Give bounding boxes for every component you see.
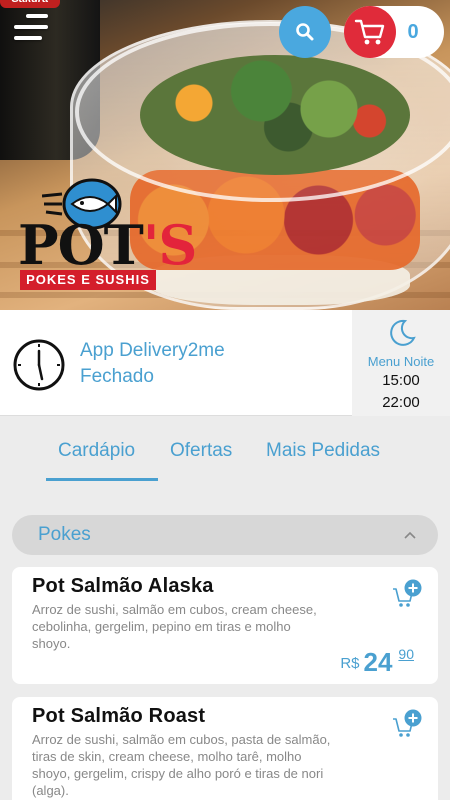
cart-icon xyxy=(354,19,385,45)
cart-button[interactable] xyxy=(344,6,396,58)
tab-ofertas[interactable]: Ofertas xyxy=(170,440,232,462)
item-price: R$ 24 90 xyxy=(340,646,414,677)
menu-tabs: Cardápio Ofertas Mais Pedidas xyxy=(0,430,450,485)
open-time: 15:00 xyxy=(382,372,420,389)
menu-schedule-label: Menu Noite xyxy=(367,354,435,369)
tab-cardapio[interactable]: Cardápio xyxy=(58,440,135,462)
cart-count: 0 xyxy=(407,21,419,43)
store-status: Fechado xyxy=(80,366,154,387)
search-icon xyxy=(296,23,314,41)
menu-item-card[interactable]: Pot Salmão Roast Arroz de sushi, salmão … xyxy=(12,697,438,800)
search-button[interactable] xyxy=(279,6,331,58)
item-title: Pot Salmão Alaska xyxy=(32,575,214,597)
chevron-up-icon xyxy=(404,531,416,539)
add-to-cart-icon[interactable] xyxy=(392,579,422,609)
add-to-cart-icon[interactable] xyxy=(392,709,422,739)
item-description: Arroz de sushi, salmão em cubos, pasta d… xyxy=(32,732,331,798)
menu-schedule: Menu Noite 15:00 22:00 xyxy=(352,310,450,416)
bottle-cap-label: Sakura xyxy=(0,0,60,8)
item-title: Pot Salmão Roast xyxy=(32,705,206,727)
moon-icon xyxy=(390,319,416,346)
store-info-bar: App Delivery2me Fechado Menu Noite 15:00… xyxy=(0,310,450,416)
logo-tagline: POKES E SUSHIS xyxy=(20,270,156,290)
item-description: Arroz de sushi, salmão em cubos, cream c… xyxy=(32,602,317,651)
clock-icon xyxy=(13,339,65,391)
menu-item-card[interactable]: Pot Salmão Alaska Arroz de sushi, salmão… xyxy=(12,567,438,684)
category-label: Pokes xyxy=(38,524,91,545)
active-tab-indicator xyxy=(46,478,158,481)
category-pokes-header[interactable]: Pokes xyxy=(12,515,438,555)
hamburger-icon[interactable] xyxy=(14,14,48,48)
logo-wordmark: POT'S xyxy=(18,213,197,277)
tab-mais-pedidas[interactable]: Mais Pedidas xyxy=(266,440,380,462)
app-name: App Delivery2me xyxy=(80,340,225,361)
close-time: 22:00 xyxy=(382,394,420,411)
brand-logo: POT'S POKES E SUSHIS xyxy=(14,172,197,294)
